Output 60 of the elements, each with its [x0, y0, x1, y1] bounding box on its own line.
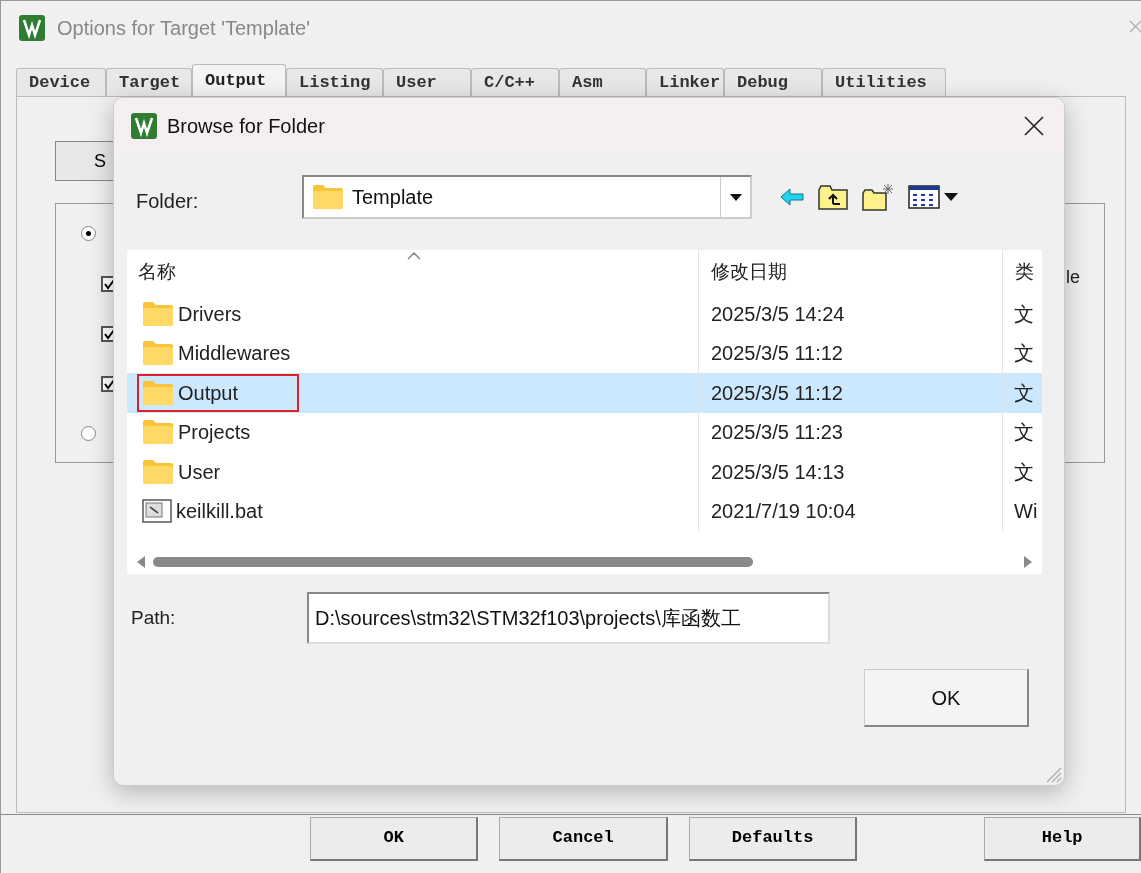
type-cell-text: 文: [1013, 459, 1035, 485]
file-name: keilkill.bat: [176, 499, 263, 525]
type-cell-text: 文: [1013, 420, 1035, 446]
resize-grip-icon[interactable]: [1044, 765, 1062, 783]
date-cell: 2025/3/5 14:13: [699, 452, 1003, 492]
file-name: Middlewares: [178, 341, 291, 367]
folder-icon: [142, 340, 174, 367]
ok-button[interactable]: OK: [864, 669, 1029, 727]
type-cell-text: 文: [1013, 380, 1035, 406]
dialog-button[interactable]: Defaults: [688, 816, 858, 861]
folder-up-icon[interactable]: [818, 184, 848, 210]
path-label: Path:: [131, 605, 177, 630]
path-field[interactable]: D:\sources\stm32\STM32f103\projects\库函数工: [307, 592, 830, 644]
app-icon: [131, 113, 157, 139]
date-cell: 2025/3/5 11:12: [699, 373, 1003, 413]
folder-icon: [142, 458, 174, 485]
new-folder-icon[interactable]: [862, 183, 894, 211]
dialog-title: Browse for Folder: [167, 114, 325, 139]
date-cell: 2021/7/19 10:04: [699, 491, 1003, 531]
file-name: Output: [178, 380, 239, 406]
folder-icon: [142, 419, 174, 446]
scroll-left-icon[interactable]: [137, 556, 145, 568]
view-menu-icon[interactable]: [908, 184, 960, 210]
type-cell-text: 文: [1013, 341, 1035, 367]
window-title: Options for Target 'Template': [57, 16, 310, 41]
tab[interactable]: Debug: [724, 68, 822, 96]
folder-dropdown[interactable]: Template: [302, 175, 752, 219]
tab[interactable]: Listing: [286, 68, 383, 96]
folder-icon: [142, 300, 174, 327]
column-header[interactable]: 类: [1003, 250, 1042, 294]
tab[interactable]: Target: [106, 68, 192, 96]
tab[interactable]: C/C++: [471, 68, 559, 96]
scroll-right-icon[interactable]: [1024, 556, 1032, 568]
batch-file-icon: [142, 499, 172, 524]
close-icon[interactable]: [1024, 116, 1044, 136]
dialog-button[interactable]: Cancel: [499, 816, 668, 861]
dialog-button[interactable]: Help: [984, 816, 1141, 861]
type-cell-text: 文: [1013, 301, 1035, 327]
dialog-button[interactable]: OK: [310, 816, 479, 861]
file-name: Projects: [178, 420, 251, 446]
radio-button[interactable]: [81, 426, 96, 441]
file-name: Drivers: [178, 301, 242, 327]
radio-button[interactable]: [81, 226, 96, 241]
tab[interactable]: Output: [192, 64, 286, 96]
tab[interactable]: Linker: [646, 68, 724, 96]
folder-icon: [142, 379, 174, 406]
label: le: [1066, 266, 1080, 289]
app-icon: [19, 15, 45, 41]
sort-chevron-icon: [407, 252, 421, 260]
file-name: User: [178, 459, 221, 485]
folder-label: Folder:: [136, 189, 200, 214]
tab[interactable]: User: [383, 68, 471, 96]
tab[interactable]: Asm: [559, 68, 646, 96]
date-cell: 2025/3/5 14:24: [699, 294, 1003, 334]
back-arrow-icon[interactable]: [780, 188, 804, 206]
type-cell-text: Wi: [1013, 499, 1039, 525]
tab[interactable]: Device: [16, 68, 106, 96]
file-row[interactable]: Output 2025/3/5 11:12 文: [127, 373, 1042, 413]
tab[interactable]: Utilities: [822, 68, 946, 96]
folder-icon: [312, 184, 344, 210]
